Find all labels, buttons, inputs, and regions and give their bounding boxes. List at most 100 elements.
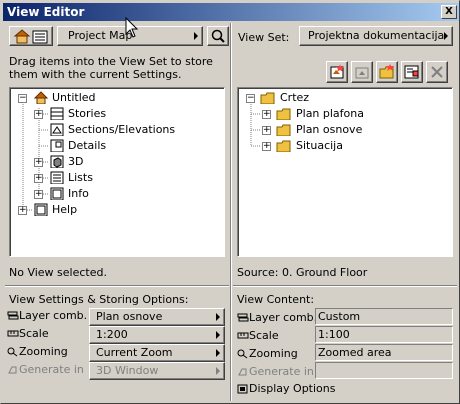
delete-icon <box>431 66 443 78</box>
view-set-value: Projektna dokumentacija <box>308 29 445 42</box>
tree-item-label: Info <box>68 187 89 200</box>
tree-item-label: Plan plafona <box>296 107 364 120</box>
zooming-label: Zooming <box>19 345 68 358</box>
tree-item-label: Situacija <box>296 139 343 152</box>
generate-icon <box>238 368 247 376</box>
view-settings-icon <box>404 65 419 79</box>
layer-comb-label: Layer comb. <box>249 311 318 324</box>
section-icon <box>50 123 64 136</box>
project-map-tree[interactable]: − Untitled + Stories Sections/Elevations <box>9 87 225 257</box>
folder-icon <box>276 124 291 136</box>
expand-icon[interactable]: + <box>262 126 271 135</box>
source-info: Source: 0. Ground Floor <box>237 266 368 279</box>
close-button[interactable]: X <box>441 5 457 19</box>
content-title: View Content: <box>237 293 315 306</box>
tree-item-label: Stories <box>68 107 107 120</box>
zoom-icon <box>237 349 248 359</box>
window-title: View Editor <box>7 5 85 19</box>
chevron-right-icon <box>444 32 448 40</box>
generate-icon <box>8 366 17 374</box>
tree-item-label: Details <box>68 139 107 152</box>
content-layer-comb-value: Custom <box>315 308 453 325</box>
content-label-layer-comb: Layer comb. <box>237 311 317 324</box>
generate-in-label: Generate in <box>249 365 314 378</box>
selection-status: No View selected. <box>9 266 107 279</box>
chevron-right-icon <box>216 349 220 357</box>
chevron-right-icon <box>216 367 220 375</box>
clone-icon <box>355 67 369 79</box>
scale-select[interactable]: 1:200 <box>89 326 225 344</box>
expand-icon[interactable]: + <box>34 174 43 183</box>
pane-divider <box>230 23 232 401</box>
house-icon <box>34 91 48 104</box>
chevron-right-icon <box>216 331 220 339</box>
settings-label-scale: Scale <box>7 327 49 340</box>
mouse-cursor-icon <box>125 17 139 38</box>
stories-icon <box>50 107 64 120</box>
view-set-label: View Set: <box>238 31 290 44</box>
content-label-generate-in: Generate in <box>237 365 314 378</box>
divider <box>233 285 457 287</box>
expand-icon[interactable]: + <box>18 206 27 215</box>
chevron-right-icon <box>194 32 198 40</box>
info-icon <box>50 187 64 200</box>
delete-button <box>426 61 448 83</box>
new-folder-icon <box>379 64 394 79</box>
generate-in-value: 3D Window <box>96 364 159 377</box>
content-scale-value: 1:100 <box>315 326 453 343</box>
zooming-label: Zooming <box>249 347 298 360</box>
scale-icon <box>237 332 249 339</box>
expand-icon[interactable]: + <box>262 110 271 119</box>
settings-label-zooming: Zooming <box>7 345 68 358</box>
view-settings-button[interactable] <box>401 61 423 83</box>
collapse-icon[interactable]: − <box>18 94 27 103</box>
new-folder-button[interactable] <box>376 61 398 83</box>
expand-icon[interactable]: + <box>262 142 271 151</box>
layer-comb-value: Plan osnove <box>96 310 163 323</box>
tree-item-label: 3D <box>68 155 84 168</box>
zooming-value: Current Zoom <box>96 346 173 359</box>
expand-icon[interactable]: + <box>34 158 43 167</box>
drag-instructions: Drag items into the View Set to store th… <box>9 55 213 81</box>
title-bar[interactable]: View Editor X <box>3 3 459 21</box>
scale-label: Scale <box>19 327 49 340</box>
display-options-label: Display Options <box>249 382 336 395</box>
content-generate-in-value <box>315 362 453 379</box>
expand-icon[interactable]: + <box>34 110 43 119</box>
content-label-scale: Scale <box>237 329 279 342</box>
tree-item-label: Plan osnove <box>296 123 363 136</box>
settings-label-generate-in: Generate in <box>7 363 84 376</box>
expand-icon[interactable]: + <box>34 190 43 199</box>
clone-folder-button <box>351 61 373 83</box>
new-view-button[interactable] <box>326 61 348 83</box>
zoom-icon <box>7 347 18 357</box>
layer-comb-select[interactable]: Plan osnove <box>89 308 225 326</box>
magnifier-icon <box>211 29 225 43</box>
settings-label-layer-comb: Layer comb. <box>7 309 87 322</box>
view-set-select[interactable]: Projektna dokumentacija <box>299 26 453 46</box>
layers-icon <box>237 313 249 322</box>
zooming-select[interactable]: Current Zoom <box>89 344 225 362</box>
folder-icon <box>276 108 291 120</box>
map-selector-label: Project Map <box>68 29 133 42</box>
settings-title: View Settings & Storing Options: <box>9 293 189 306</box>
collapse-icon[interactable]: − <box>246 94 255 103</box>
scale-icon <box>7 330 19 337</box>
folder-icon <box>276 140 291 152</box>
divider <box>5 285 229 287</box>
content-label-zooming: Zooming <box>237 347 298 360</box>
tree-item-label: Crtez <box>280 91 310 104</box>
display-options-link[interactable]: Display Options <box>237 382 336 395</box>
view-editor-window: View Editor X Project Map Drag items int… <box>0 0 460 404</box>
folder-open-icon <box>260 92 275 104</box>
project-map-icon-button[interactable] <box>9 26 53 46</box>
scale-label: Scale <box>249 329 279 342</box>
tree-item-label: Help <box>52 203 78 216</box>
tree-item-label: Lists <box>68 171 93 184</box>
generate-in-label: Generate in <box>19 363 84 376</box>
view-set-tree[interactable]: − Crtez + Plan plafona + Plan osnove + S… <box>237 87 453 257</box>
display-options-icon <box>237 384 248 394</box>
navigator-button[interactable] <box>207 26 229 46</box>
tree-item-label: Sections/Elevations <box>68 123 176 136</box>
3d-icon <box>50 155 64 168</box>
